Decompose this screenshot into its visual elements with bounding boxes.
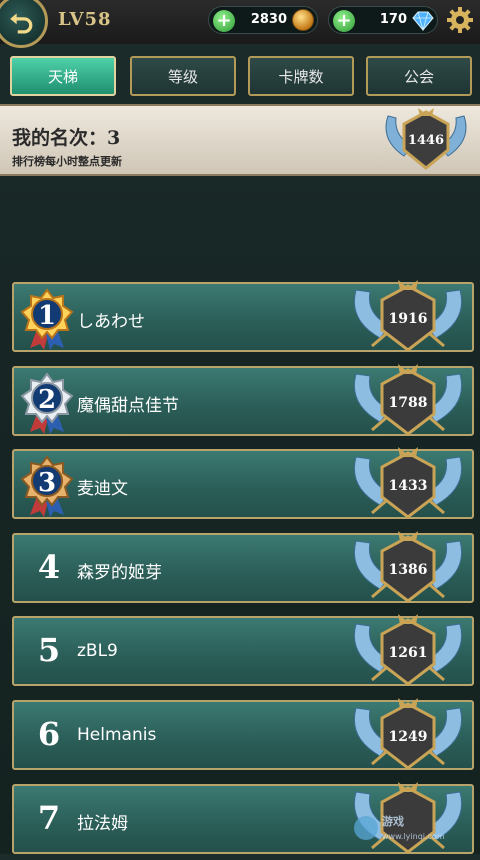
rank-number: 3	[38, 468, 56, 498]
rating-score: 1386	[389, 562, 428, 578]
rating-emblem-icon: 1386	[354, 530, 462, 603]
silver-medal-icon: 2	[20, 371, 74, 434]
player-level: LV58	[58, 9, 112, 30]
player-name: 麦迪文	[77, 479, 128, 500]
ranking-row[interactable]: 2 魔偶甜点佳节 1788	[12, 363, 474, 436]
gold-counter: + 2830	[208, 6, 318, 34]
rank-number: 5	[37, 631, 61, 670]
coin-icon	[292, 9, 314, 31]
gem-amount: 170	[379, 12, 407, 27]
rating-emblem-icon: 1446	[385, 108, 467, 170]
update-note: 排行榜每小时整点更新	[12, 155, 122, 168]
my-rank-title: 我的名次：3	[12, 127, 121, 149]
tab-ladder[interactable]: 天梯	[10, 56, 116, 96]
svg-text:游戏: 游戏	[382, 814, 404, 828]
rating-score: 1788	[389, 395, 428, 411]
player-name: zBL9	[77, 641, 118, 662]
my-rank-banner: 我的名次：3 排行榜每小时整点更新 1446	[0, 104, 480, 176]
plus-icon: +	[336, 10, 352, 31]
rank-number: 2	[38, 385, 56, 415]
svg-text:www.lyinqi.com: www.lyinqi.com	[382, 832, 445, 841]
tab-guild[interactable]: 公会	[366, 56, 472, 96]
player-name: 森罗的姬芽	[77, 562, 162, 583]
rating-emblem-icon: 1249	[354, 698, 462, 770]
ranking-row[interactable]: 3 麦迪文 1433	[12, 447, 474, 520]
tab-card-count[interactable]: 卡牌数	[248, 56, 354, 96]
plus-icon: +	[216, 10, 232, 31]
add-gold-button[interactable]: +	[213, 10, 235, 32]
rank-number: 4	[37, 547, 61, 586]
diamond-icon	[412, 11, 434, 31]
ranking-row[interactable]: 4 森罗的姬芽 1386	[12, 530, 474, 603]
my-rank-score: 1446	[408, 133, 444, 148]
ranking-row[interactable]: 5 zBL9 1261	[12, 614, 474, 687]
rank-number: 7	[37, 798, 61, 837]
gold-amount: 2830	[250, 12, 287, 27]
rating-score: 1433	[389, 478, 428, 494]
tab-bar: 天梯 等级 卡牌数 公会	[0, 52, 480, 102]
player-name: しあわせ	[77, 312, 145, 332]
player-name: 拉法姆	[77, 813, 128, 834]
rating-emblem-icon: 1916	[354, 280, 462, 352]
bronze-medal-icon: 3	[20, 455, 74, 518]
gold-medal-icon: 1	[20, 288, 74, 350]
rank-number: 1	[38, 301, 56, 331]
top-bar: LV58 + 2830 + 170	[0, 0, 480, 48]
player-name: 魔偶甜点佳节	[77, 395, 179, 416]
gear-icon[interactable]	[446, 6, 474, 34]
ranking-row[interactable]: 1 しあわせ 1916	[12, 280, 474, 352]
rating-emblem-icon: 1788	[354, 363, 462, 436]
watermark-logo: 游戏 www.lyinqi.com	[354, 814, 445, 841]
rating-emblem-icon: 1261	[354, 614, 462, 687]
ranking-row[interactable]: 6 Helmanis 1249	[12, 698, 474, 770]
gem-counter: + 170	[328, 6, 438, 34]
rating-score: 1249	[389, 729, 428, 745]
tab-level[interactable]: 等级	[130, 56, 236, 96]
add-gems-button[interactable]: +	[333, 10, 355, 32]
rating-emblem-icon: 1433	[354, 447, 462, 520]
player-name: Helmanis	[77, 725, 157, 745]
back-button[interactable]	[0, 0, 48, 48]
rank-number: 6	[37, 715, 61, 753]
rating-score: 1261	[389, 645, 428, 661]
rating-score: 1916	[389, 311, 428, 327]
back-icon	[10, 13, 33, 34]
